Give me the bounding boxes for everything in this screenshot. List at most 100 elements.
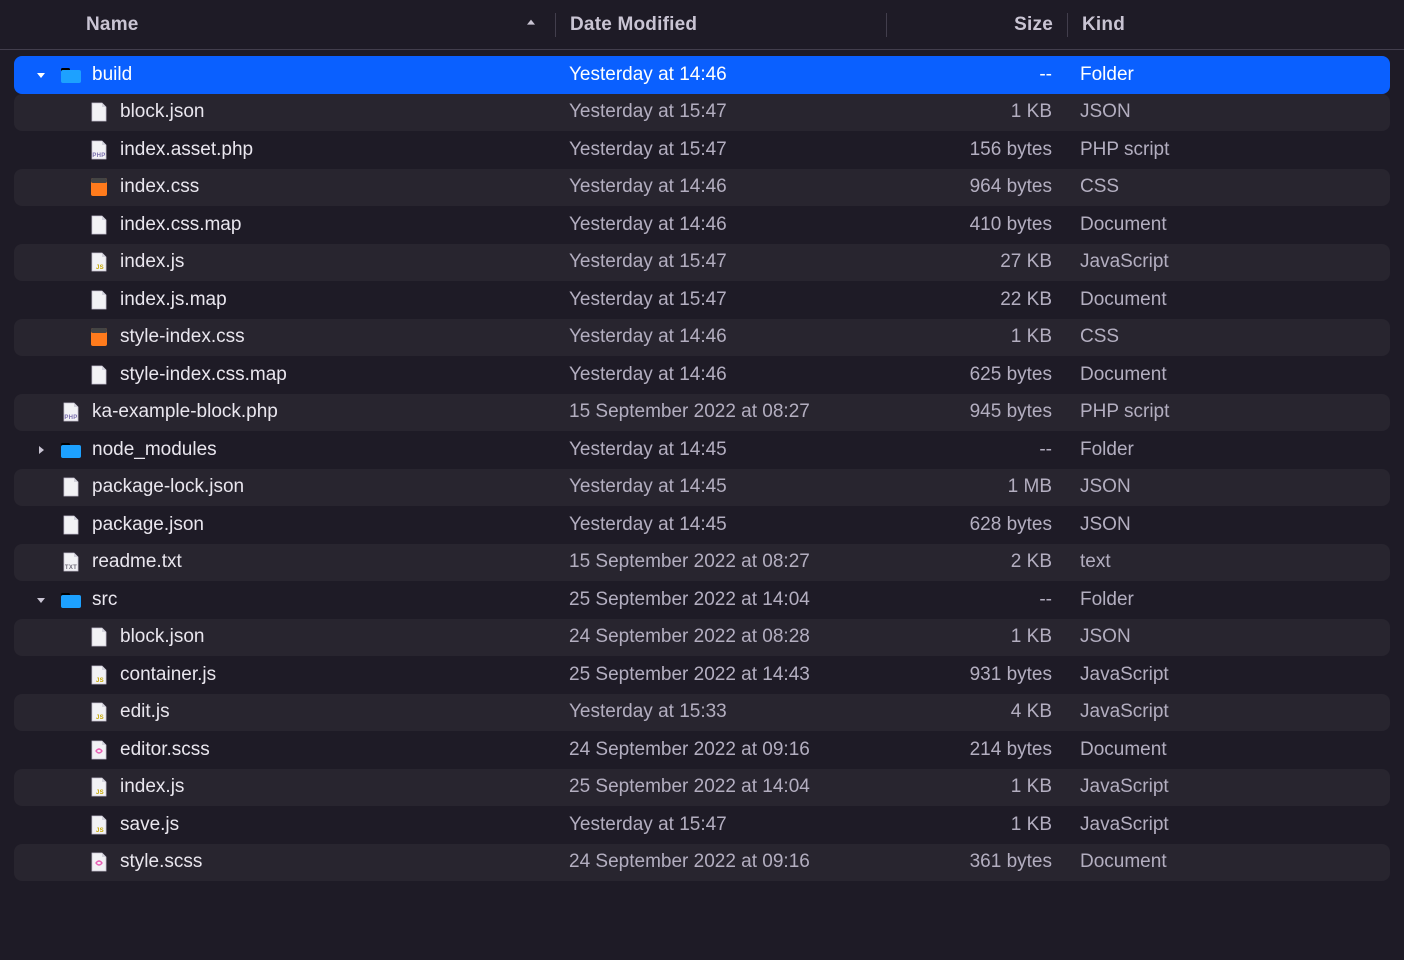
file-blank-icon bbox=[60, 476, 82, 498]
cell-kind: JavaScript bbox=[1066, 664, 1390, 686]
file-name-label: index.asset.php bbox=[120, 139, 253, 161]
cell-kind: Document bbox=[1066, 851, 1390, 873]
file-scss-icon bbox=[88, 739, 110, 761]
cell-name: index.asset.php bbox=[14, 139, 555, 161]
disclosure-placeholder bbox=[60, 853, 78, 871]
cell-size: 1 KB bbox=[885, 776, 1066, 798]
cell-kind: JavaScript bbox=[1066, 251, 1390, 273]
cell-date: Yesterday at 15:47 bbox=[555, 289, 885, 311]
column-header-kind-label: Kind bbox=[1082, 14, 1125, 35]
file-txt-icon bbox=[60, 551, 82, 573]
cell-kind: JavaScript bbox=[1066, 814, 1390, 836]
cell-kind: Folder bbox=[1066, 64, 1390, 86]
cell-date: 25 September 2022 at 14:43 bbox=[555, 664, 885, 686]
file-row[interactable]: index.jsYesterday at 15:4727 KBJavaScrip… bbox=[14, 244, 1390, 282]
cell-size: 945 bytes bbox=[885, 401, 1066, 423]
disclosure-placeholder bbox=[32, 553, 50, 571]
file-row[interactable]: block.jsonYesterday at 15:471 KBJSON bbox=[14, 94, 1390, 132]
column-header-size-label: Size bbox=[1014, 14, 1053, 35]
cell-date: Yesterday at 14:46 bbox=[555, 214, 885, 236]
cell-name: ka-example-block.php bbox=[14, 401, 555, 423]
file-name-label: index.js bbox=[120, 251, 184, 273]
cell-kind: PHP script bbox=[1066, 139, 1390, 161]
disclosure-placeholder bbox=[60, 103, 78, 121]
cell-kind: Document bbox=[1066, 289, 1390, 311]
file-scss-icon bbox=[88, 851, 110, 873]
cell-date: Yesterday at 14:46 bbox=[555, 64, 885, 86]
column-header-size[interactable]: Size bbox=[887, 14, 1067, 36]
file-row[interactable]: editor.scss24 September 2022 at 09:16214… bbox=[14, 731, 1390, 769]
cell-size: 361 bytes bbox=[885, 851, 1066, 873]
file-row[interactable]: edit.jsYesterday at 15:334 KBJavaScript bbox=[14, 694, 1390, 732]
file-blank-icon bbox=[88, 289, 110, 311]
file-name-label: src bbox=[92, 589, 117, 611]
column-header-date[interactable]: Date Modified bbox=[556, 14, 886, 36]
cell-date: Yesterday at 15:47 bbox=[555, 251, 885, 273]
file-css-icon bbox=[88, 176, 110, 198]
file-row[interactable]: index.cssYesterday at 14:46964 bytesCSS bbox=[14, 169, 1390, 207]
file-row[interactable]: block.json24 September 2022 at 08:281 KB… bbox=[14, 619, 1390, 657]
file-row[interactable]: style-index.cssYesterday at 14:461 KBCSS bbox=[14, 319, 1390, 357]
file-name-label: container.js bbox=[120, 664, 216, 686]
file-name-label: readme.txt bbox=[92, 551, 182, 573]
file-blank-icon bbox=[88, 101, 110, 123]
file-js-icon bbox=[88, 814, 110, 836]
column-header-name[interactable]: Name bbox=[0, 14, 555, 36]
folder-icon bbox=[60, 589, 82, 611]
file-name-label: index.js.map bbox=[120, 289, 227, 311]
disclosure-placeholder bbox=[60, 666, 78, 684]
file-row[interactable]: index.asset.phpYesterday at 15:47156 byt… bbox=[14, 131, 1390, 169]
cell-name: block.json bbox=[14, 101, 555, 123]
disclosure-closed-icon[interactable] bbox=[32, 441, 50, 459]
folder-row[interactable]: src25 September 2022 at 14:04--Folder bbox=[14, 581, 1390, 619]
file-row[interactable]: index.js.mapYesterday at 15:4722 KBDocum… bbox=[14, 281, 1390, 319]
file-row[interactable]: index.js25 September 2022 at 14:041 KBJa… bbox=[14, 769, 1390, 807]
file-row[interactable]: package.jsonYesterday at 14:45628 bytesJ… bbox=[14, 506, 1390, 544]
cell-date: 25 September 2022 at 14:04 bbox=[555, 776, 885, 798]
cell-date: Yesterday at 14:46 bbox=[555, 364, 885, 386]
file-js-icon bbox=[88, 701, 110, 723]
cell-kind: PHP script bbox=[1066, 401, 1390, 423]
disclosure-open-icon[interactable] bbox=[32, 66, 50, 84]
cell-size: -- bbox=[885, 589, 1066, 611]
cell-size: 4 KB bbox=[885, 701, 1066, 723]
file-name-label: index.css.map bbox=[120, 214, 241, 236]
cell-kind: Document bbox=[1066, 214, 1390, 236]
file-name-label: build bbox=[92, 64, 132, 86]
cell-kind: CSS bbox=[1066, 176, 1390, 198]
file-row[interactable]: save.jsYesterday at 15:471 KBJavaScript bbox=[14, 806, 1390, 844]
file-row[interactable]: readme.txt15 September 2022 at 08:272 KB… bbox=[14, 544, 1390, 582]
cell-date: Yesterday at 15:33 bbox=[555, 701, 885, 723]
disclosure-placeholder bbox=[60, 778, 78, 796]
file-name-label: package.json bbox=[92, 514, 204, 536]
file-row[interactable]: ka-example-block.php15 September 2022 at… bbox=[14, 394, 1390, 432]
folder-row[interactable]: node_modulesYesterday at 14:45--Folder bbox=[14, 431, 1390, 469]
file-row[interactable]: index.css.mapYesterday at 14:46410 bytes… bbox=[14, 206, 1390, 244]
file-row[interactable]: package-lock.jsonYesterday at 14:451 MBJ… bbox=[14, 469, 1390, 507]
cell-name: edit.js bbox=[14, 701, 555, 723]
column-header-name-label: Name bbox=[86, 14, 139, 36]
disclosure-placeholder bbox=[60, 741, 78, 759]
cell-size: 1 KB bbox=[885, 101, 1066, 123]
file-php-icon bbox=[88, 139, 110, 161]
cell-name: package-lock.json bbox=[14, 476, 555, 498]
folder-row[interactable]: buildYesterday at 14:46--Folder bbox=[14, 56, 1390, 94]
cell-name: src bbox=[14, 589, 555, 611]
column-header-kind[interactable]: Kind bbox=[1068, 14, 1404, 36]
file-name-label: index.css bbox=[120, 176, 199, 198]
cell-date: Yesterday at 15:47 bbox=[555, 814, 885, 836]
cell-date: 15 September 2022 at 08:27 bbox=[555, 551, 885, 573]
file-row[interactable]: style-index.css.mapYesterday at 14:46625… bbox=[14, 356, 1390, 394]
cell-name: readme.txt bbox=[14, 551, 555, 573]
disclosure-placeholder bbox=[60, 141, 78, 159]
disclosure-open-icon[interactable] bbox=[32, 591, 50, 609]
cell-name: index.css.map bbox=[14, 214, 555, 236]
file-css-icon bbox=[88, 326, 110, 348]
cell-kind: text bbox=[1066, 551, 1390, 573]
disclosure-placeholder bbox=[32, 478, 50, 496]
file-row[interactable]: container.js25 September 2022 at 14:4393… bbox=[14, 656, 1390, 694]
cell-name: container.js bbox=[14, 664, 555, 686]
file-row[interactable]: style.scss24 September 2022 at 09:16361 … bbox=[14, 844, 1390, 882]
cell-kind: Folder bbox=[1066, 589, 1390, 611]
column-header-row: Name Date Modified Size Kind bbox=[0, 0, 1404, 50]
